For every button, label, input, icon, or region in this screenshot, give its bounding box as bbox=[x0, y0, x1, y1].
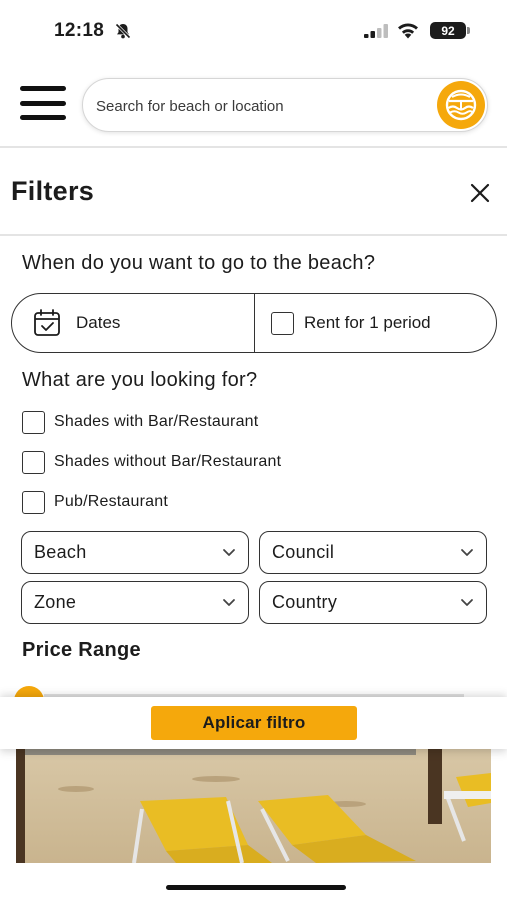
dates-button[interactable]: Dates bbox=[12, 294, 255, 352]
option-pub-restaurant[interactable]: Pub/Restaurant bbox=[22, 490, 168, 514]
option-shades-without-bar[interactable]: Shades without Bar/Restaurant bbox=[22, 450, 281, 474]
chevron-down-icon bbox=[461, 599, 473, 606]
zone-select[interactable]: Zone bbox=[21, 581, 249, 624]
beach-logo-icon[interactable] bbox=[437, 81, 485, 129]
price-range-label: Price Range bbox=[22, 639, 141, 661]
option-checkbox[interactable] bbox=[22, 410, 45, 434]
status-bar: 12:18 92 bbox=[0, 0, 507, 62]
menu-icon[interactable] bbox=[20, 86, 66, 120]
apply-bar: Aplicar filtro bbox=[0, 697, 507, 749]
looking-question: What are you looking for? bbox=[22, 369, 258, 391]
council-select-label: Council bbox=[272, 542, 335, 562]
chevron-down-icon bbox=[223, 599, 235, 606]
when-question: When do you want to go to the beach? bbox=[22, 252, 376, 274]
calendar-icon bbox=[34, 309, 60, 336]
rent-period-option[interactable]: Rent for 1 period bbox=[255, 294, 496, 352]
beach-select[interactable]: Beach bbox=[21, 531, 249, 574]
option-shades-with-bar[interactable]: Shades with Bar/Restaurant bbox=[22, 410, 258, 434]
status-time: 12:18 bbox=[54, 20, 105, 41]
country-select[interactable]: Country bbox=[259, 581, 487, 624]
battery-icon: 92 bbox=[430, 22, 470, 39]
search-input[interactable] bbox=[96, 93, 416, 119]
close-icon[interactable] bbox=[468, 181, 492, 205]
country-select-label: Country bbox=[272, 592, 338, 612]
search-bar bbox=[82, 78, 488, 132]
app-header bbox=[0, 62, 507, 148]
bell-off-icon bbox=[115, 23, 131, 39]
dates-label: Dates bbox=[76, 313, 121, 332]
filters-title: Filters bbox=[11, 176, 95, 206]
chevron-down-icon bbox=[461, 549, 473, 556]
wifi-icon bbox=[398, 23, 418, 39]
option-checkbox[interactable] bbox=[22, 450, 45, 474]
council-select[interactable]: Council bbox=[259, 531, 487, 574]
apply-filter-button[interactable]: Aplicar filtro bbox=[151, 706, 357, 740]
battery-level: 92 bbox=[441, 23, 455, 38]
option-checkbox[interactable] bbox=[22, 490, 45, 514]
price-range-slider[interactable] bbox=[0, 680, 507, 698]
rent-period-label: Rent for 1 period bbox=[304, 313, 431, 332]
zone-select-label: Zone bbox=[34, 592, 77, 612]
beach-select-label: Beach bbox=[34, 542, 87, 562]
home-indicator[interactable] bbox=[166, 885, 346, 890]
date-period-selector: Dates Rent for 1 period bbox=[11, 293, 497, 353]
beach-photo bbox=[16, 749, 491, 863]
option-label: Shades with Bar/Restaurant bbox=[54, 413, 259, 430]
filters-header: Filters bbox=[0, 150, 507, 236]
option-label: Shades without Bar/Restaurant bbox=[54, 453, 282, 470]
signal-icon bbox=[364, 24, 388, 38]
option-label: Pub/Restaurant bbox=[54, 493, 168, 510]
chevron-down-icon bbox=[223, 549, 235, 556]
rent-period-checkbox[interactable] bbox=[271, 311, 294, 335]
